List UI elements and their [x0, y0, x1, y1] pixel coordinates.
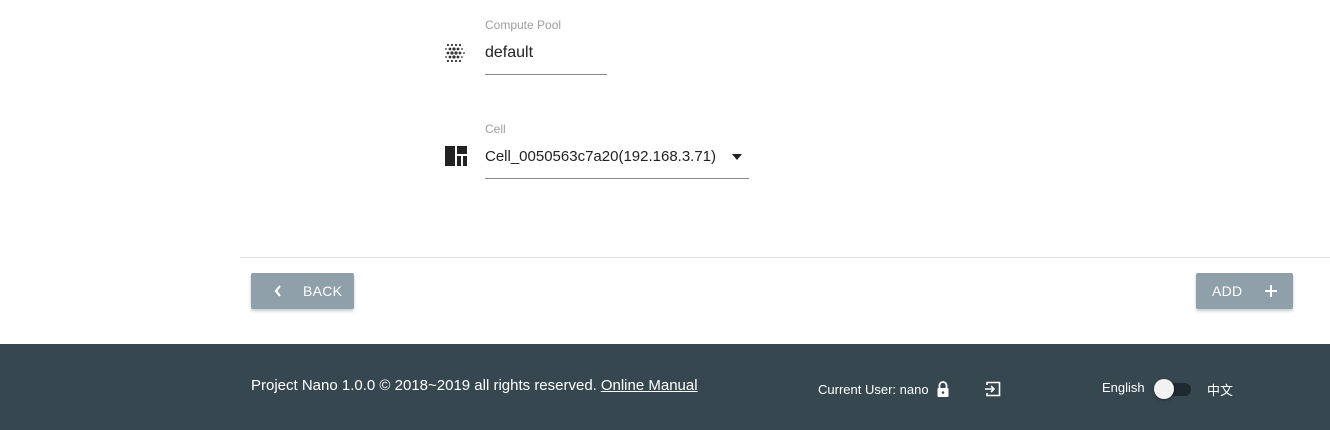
- language-toggle-thumb: [1154, 379, 1174, 399]
- back-button-label: BACK: [303, 283, 343, 299]
- language-english-label: English: [1102, 380, 1145, 395]
- copyright-text: Project Nano 1.0.0 © 2018~2019 all right…: [251, 377, 698, 394]
- cell-select-value: Cell_0050563c7a20(192.168.3.71): [485, 148, 717, 165]
- logout-icon[interactable]: [984, 380, 1002, 398]
- chevron-left-icon: [274, 285, 281, 297]
- online-manual-link[interactable]: Online Manual: [601, 377, 698, 394]
- add-button-label: ADD: [1212, 283, 1243, 299]
- back-button[interactable]: BACK: [251, 273, 354, 309]
- caret-down-icon: [732, 154, 742, 160]
- compute-pool-input[interactable]: default: [485, 44, 533, 62]
- cell-select[interactable]: Cell_0050563c7a20(192.168.3.71): [485, 140, 749, 178]
- copyright-label: Project Nano 1.0.0 © 2018~2019 all right…: [251, 377, 597, 394]
- form-divider: [240, 257, 1330, 258]
- compute-pool-field[interactable]: [0, 0, 465, 63]
- add-button[interactable]: ADD: [1196, 273, 1293, 309]
- dashboard-icon: [445, 146, 467, 166]
- language-chinese-label: 中文: [1207, 383, 1234, 398]
- cell-label: Cell: [485, 122, 506, 136]
- lock-icon[interactable]: [934, 380, 952, 398]
- compute-pool-underline: [485, 74, 607, 75]
- language-toggle[interactable]: [1154, 379, 1192, 399]
- plus-icon: [1265, 285, 1278, 297]
- main-content: Compute Pool default Cell Cell_0050563c7…: [0, 0, 1330, 344]
- compute-pool-label: Compute Pool: [485, 18, 562, 32]
- current-user-label: Current User: nano: [818, 382, 929, 397]
- grain-icon: [445, 43, 465, 63]
- footer: Project Nano 1.0.0 © 2018~2019 all right…: [0, 344, 1330, 430]
- cell-underline: [485, 178, 749, 179]
